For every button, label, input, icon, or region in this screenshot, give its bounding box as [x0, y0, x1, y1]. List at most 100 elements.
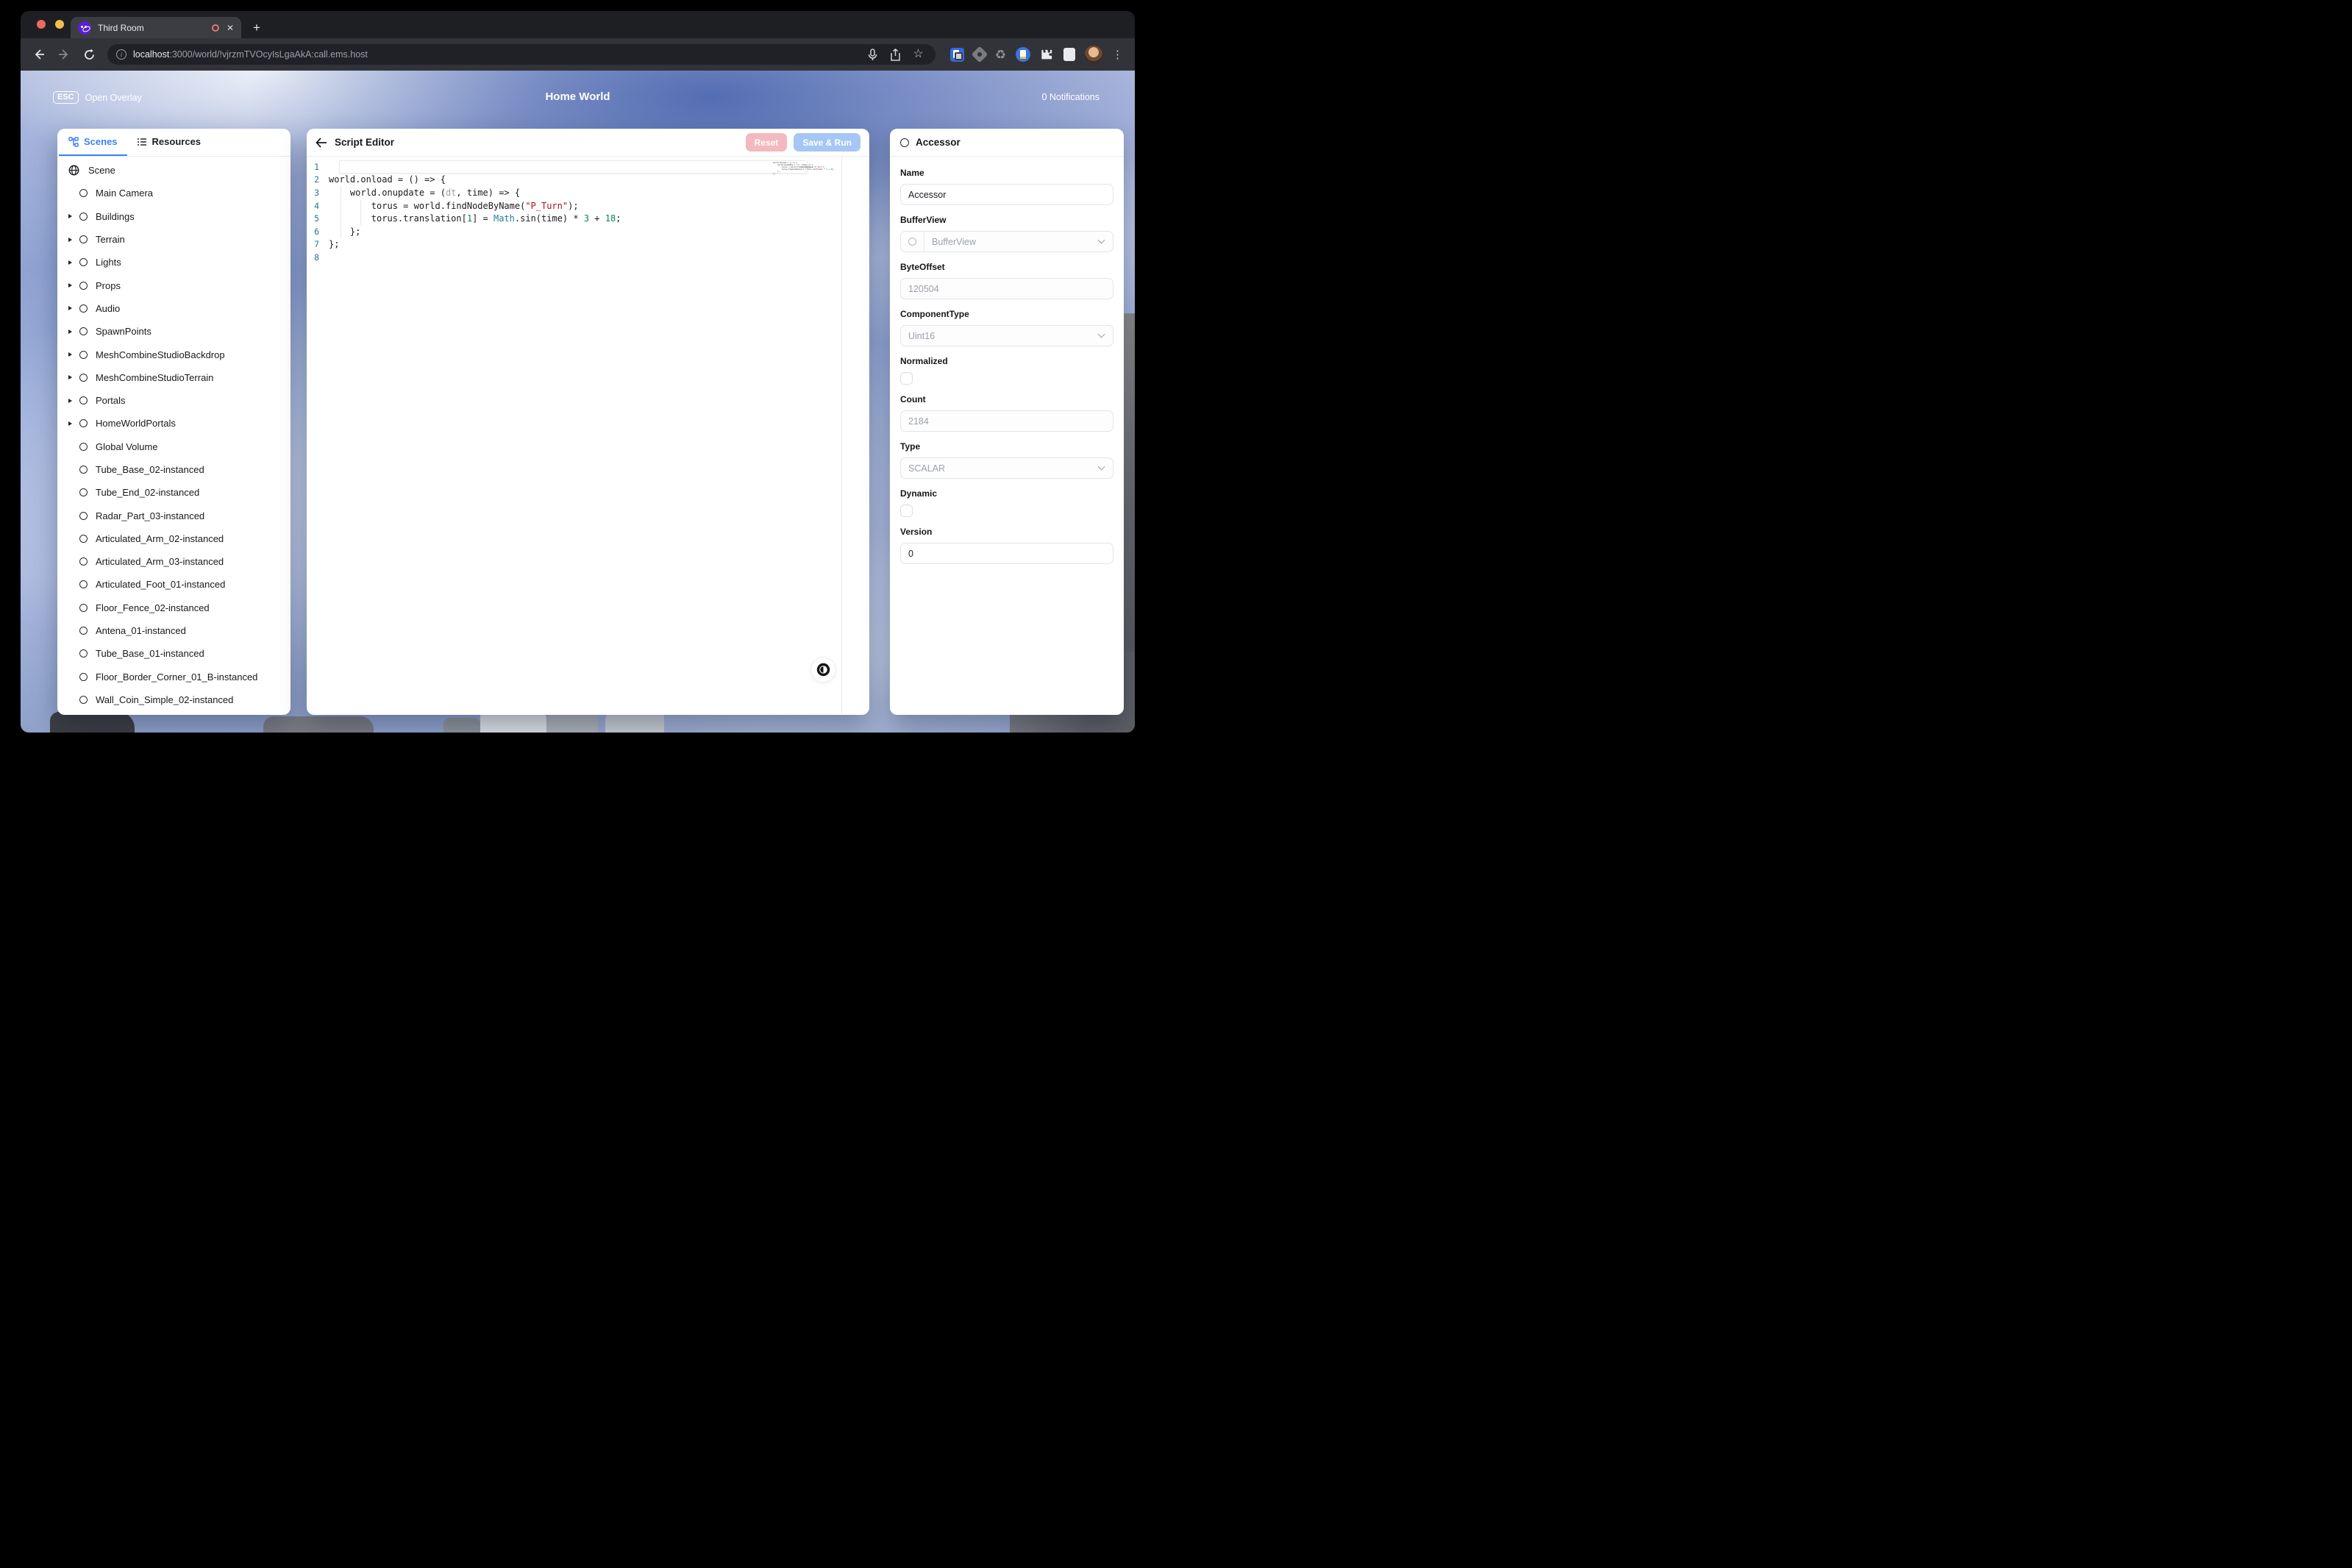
tree-item-terrain[interactable]: Terrain [57, 228, 291, 251]
resources-list-icon [137, 138, 146, 146]
normalized-checkbox[interactable] [900, 372, 913, 385]
tree-item-tube-base-01-instanced[interactable]: Tube_Base_01-instanced [57, 642, 291, 665]
caret-icon[interactable] [68, 375, 79, 379]
traffic-light-close[interactable] [37, 20, 46, 29]
componenttype-select[interactable]: Uint16 [900, 325, 1113, 346]
node-circle-icon [79, 350, 88, 359]
url-host: localhost [133, 49, 170, 60]
page-info-icon[interactable]: i [116, 49, 126, 60]
tab-resources[interactable]: Resources [127, 129, 210, 156]
tree-item-articulated-foot-01-instanced[interactable]: Articulated_Foot_01-instanced [57, 573, 291, 596]
tab-scenes[interactable]: Scenes [59, 129, 127, 156]
node-circle-icon [79, 627, 88, 635]
caret-icon[interactable] [68, 399, 79, 403]
code-line-5[interactable]: 5 torus.translation[1] = Math.sin(time) … [307, 212, 869, 225]
reload-button[interactable] [79, 45, 99, 64]
caret-icon[interactable] [68, 260, 79, 265]
tree-item-label: Buildings [96, 210, 135, 222]
node-circle-icon [79, 603, 88, 612]
hud-top-bar: ESC Open Overlay Home World 0 Notificati… [21, 88, 1135, 112]
inspector-header: Accessor [890, 129, 1124, 157]
tree-item-radar-part-03-instanced[interactable]: Radar_Part_03-instanced [57, 504, 291, 527]
contrast-toggle-button[interactable] [811, 658, 835, 682]
version-input[interactable]: 0 [900, 543, 1113, 564]
new-tab-button[interactable]: + [253, 21, 260, 35]
tree-item-props[interactable]: Props [57, 274, 291, 296]
count-input[interactable]: 2184 [900, 410, 1113, 432]
code-minimap[interactable]: world.onload = () => { world.onupdate = … [773, 162, 834, 175]
dynamic-checkbox[interactable] [900, 505, 913, 517]
tree-item-tube-end-02-instanced[interactable]: Tube_End_02-instanced [57, 481, 291, 504]
node-circle-icon [79, 557, 88, 566]
tree-item-spawnpoints[interactable]: SpawnPoints [57, 320, 291, 343]
forward-button[interactable] [54, 45, 74, 64]
code-line-4[interactable]: 4 torus = world.findNodeByName("P_Turn")… [307, 199, 869, 213]
notifications-status[interactable]: 0 Notifications [1041, 92, 1100, 102]
code-line-2[interactable]: 2 world.onload = () => { [307, 174, 869, 187]
docs-extension-icon[interactable] [1016, 47, 1030, 62]
tree-item-articulated-arm-03-instanced[interactable]: Articulated_Arm_03-instanced [57, 550, 291, 573]
tree-item-tube-base-02-instanced[interactable]: Tube_Base_02-instanced [57, 458, 291, 481]
code-line-7[interactable]: 7}; [307, 238, 869, 252]
world-title: Home World [545, 90, 610, 103]
caret-icon[interactable] [68, 352, 79, 357]
code-line-8[interactable]: 8 [307, 251, 869, 264]
tree-item-scene-root[interactable]: Scene [57, 159, 291, 182]
tree-item-label: Scene [88, 165, 115, 177]
save-and-run-button[interactable]: Save & Run [794, 133, 860, 152]
inspector-fields: Name Accessor BufferView BufferView ByteOffs… [890, 157, 1124, 564]
share-icon[interactable] [890, 48, 901, 61]
page-content: ESC Open Overlay Home World 0 Notificati… [21, 71, 1135, 733]
rock-formation [50, 712, 135, 733]
password-manager-extension-icon[interactable] [949, 47, 964, 62]
tree-item-meshcombinestudioterrain[interactable]: MeshCombineStudioTerrain [57, 366, 291, 389]
tree-item-articulated-arm-02-instanced[interactable]: Articulated_Arm_02-instanced [57, 527, 291, 550]
caret-icon[interactable] [68, 214, 79, 218]
tab-close-icon[interactable]: ✕ [227, 23, 234, 33]
reset-button[interactable]: Reset [745, 133, 788, 152]
code-editor[interactable]: 1 2 world.onload = () => {3 world.onupdate… [307, 157, 869, 714]
menu-dots-icon[interactable]: ⋮ [1112, 48, 1123, 61]
tree-item-floor-border-corner-01-b-instanced[interactable]: Floor_Border_Corner_01_B-instanced [57, 666, 291, 688]
tree-item-audio[interactable]: Audio [57, 297, 291, 320]
caret-icon[interactable] [68, 329, 79, 334]
microphone-icon[interactable] [867, 48, 878, 61]
code-line-6[interactable]: 6 }; [307, 225, 869, 238]
caret-icon[interactable] [68, 421, 79, 426]
code-line-3[interactable]: 3 world.onupdate = (dt, time) => { [307, 186, 869, 199]
tree-item-floor-fence-02-instanced[interactable]: Floor_Fence_02-instanced [57, 596, 291, 619]
traffic-light-minimize[interactable] [55, 20, 64, 29]
back-arrow-icon[interactable] [316, 137, 327, 148]
type-select[interactable]: SCALAR [900, 457, 1113, 479]
browser-tab[interactable]: Third Room ✕ [71, 17, 241, 38]
type-value: SCALAR [908, 463, 946, 474]
tree-item-homeworldportals[interactable]: HomeWorldPortals [57, 412, 291, 435]
extensions-puzzle-icon[interactable] [1040, 48, 1054, 62]
back-button[interactable] [29, 45, 49, 64]
line-number: 3 [314, 187, 319, 198]
tree-item-antena-01-instanced[interactable]: Antena_01-instanced [57, 619, 291, 642]
tree-item-global-volume[interactable]: Global Volume [57, 435, 291, 458]
caret-icon[interactable] [68, 283, 79, 288]
tree-item-buildings[interactable]: Buildings [57, 205, 291, 228]
profile-avatar[interactable] [1085, 46, 1102, 63]
bufferview-select[interactable]: BufferView [900, 231, 1113, 252]
name-input[interactable]: Accessor [900, 184, 1113, 205]
tree-item-main-camera[interactable]: Main Camera [57, 182, 291, 204]
sidebar-toggle-icon[interactable] [1063, 48, 1075, 61]
byteoffset-input[interactable]: 120504 [900, 278, 1113, 299]
tree-item-meshcombinestudiobackdrop[interactable]: MeshCombineStudioBackdrop [57, 343, 291, 366]
node-circle-icon [79, 511, 88, 520]
bookmark-star-icon[interactable]: ☆ [913, 49, 923, 60]
field-name: Name Accessor [900, 168, 1113, 205]
caret-icon[interactable] [68, 238, 79, 242]
url-bar[interactable]: i localhost:3000/world/!vjrzmTVOcyIsLgaA… [107, 44, 936, 65]
diamond-extension-icon[interactable] [971, 46, 988, 63]
field-count: Count 2184 [900, 394, 1113, 432]
tree-item-lights[interactable]: Lights [57, 251, 291, 274]
tree-item-wall-coin-simple-02-instanced[interactable]: Wall_Coin_Simple_02-instanced [57, 688, 291, 711]
caret-icon[interactable] [68, 306, 79, 310]
field-version: Version 0 [900, 527, 1113, 564]
tree-item-portals[interactable]: Portals [57, 389, 291, 412]
recycle-extension-icon[interactable]: ♻ [995, 49, 1006, 61]
